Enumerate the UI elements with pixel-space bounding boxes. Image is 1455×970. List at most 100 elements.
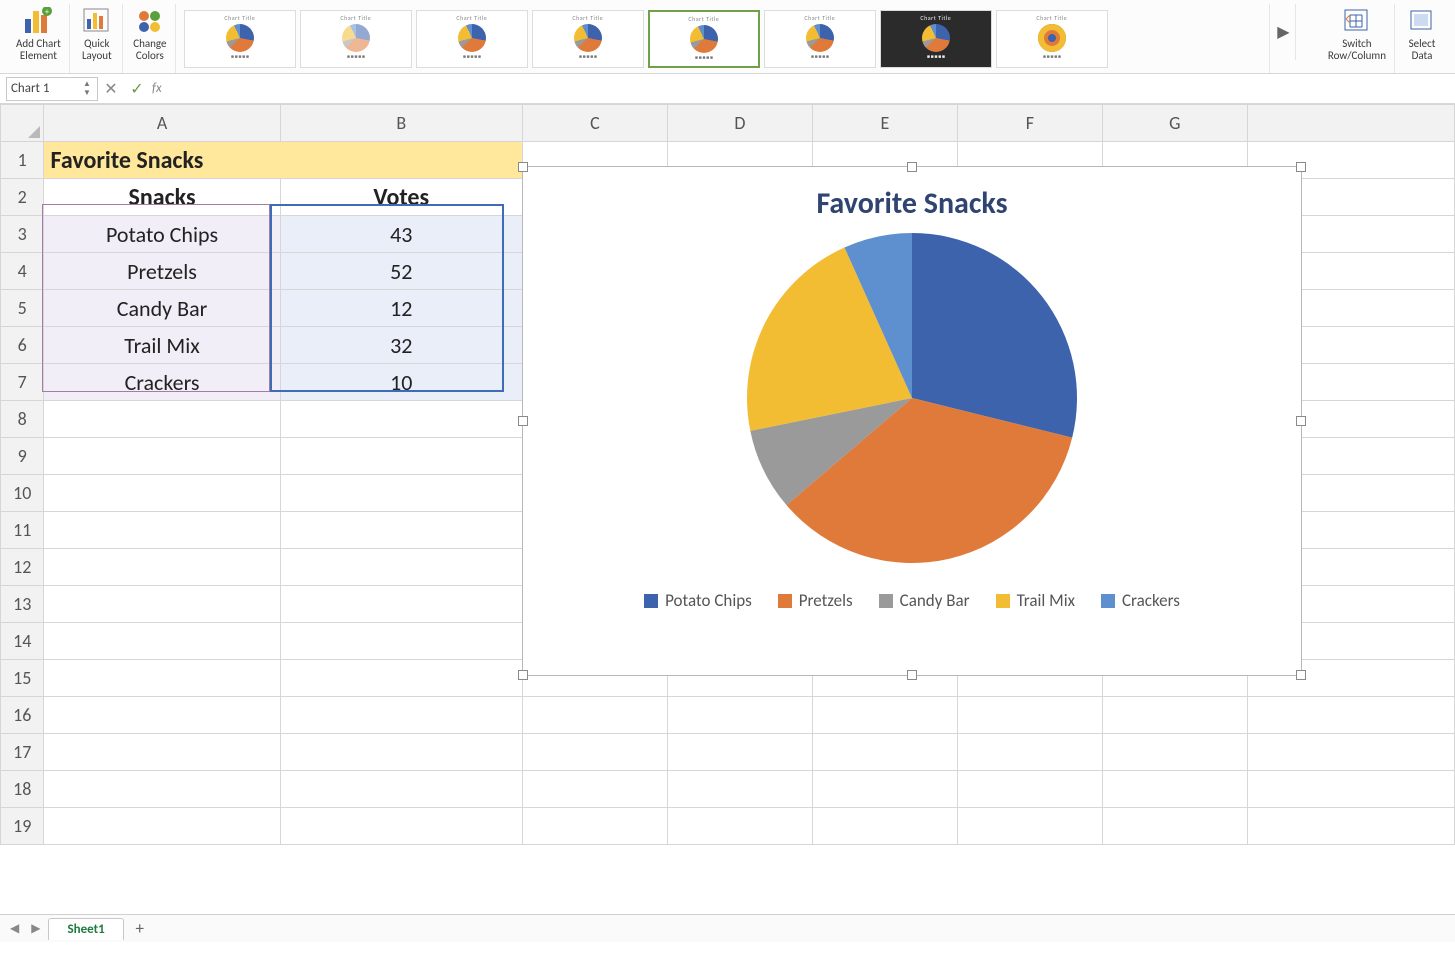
chart-style-thumb[interactable]: Chart Title■ ■ ■ ■ ■ bbox=[300, 10, 412, 68]
name-box-stepper[interactable]: ▲▼ bbox=[83, 80, 95, 98]
switch-row-column-button[interactable]: Switch Row/Column bbox=[1320, 4, 1395, 73]
fx-icon[interactable]: fx bbox=[152, 81, 162, 96]
row-header[interactable]: 12 bbox=[1, 549, 44, 586]
resize-handle[interactable] bbox=[1296, 670, 1306, 680]
cell[interactable] bbox=[280, 771, 522, 808]
cell[interactable] bbox=[1102, 808, 1247, 845]
chart-object[interactable]: Favorite Snacks Potato ChipsPretzelsCand… bbox=[522, 166, 1302, 676]
chart-style-thumb[interactable]: Chart Title■ ■ ■ ■ ■ bbox=[184, 10, 296, 68]
row-header[interactable]: 19 bbox=[1, 808, 44, 845]
resize-handle[interactable] bbox=[518, 670, 528, 680]
row-header[interactable]: 16 bbox=[1, 697, 44, 734]
chart-style-thumb[interactable]: Chart Title■ ■ ■ ■ ■ bbox=[996, 10, 1108, 68]
row-header[interactable]: 18 bbox=[1, 771, 44, 808]
cell[interactable] bbox=[280, 475, 522, 512]
col-header-E[interactable]: E bbox=[812, 105, 957, 142]
cell[interactable] bbox=[280, 623, 522, 660]
chart-style-thumb[interactable]: Chart Title■ ■ ■ ■ ■ bbox=[648, 10, 760, 68]
sheet-tab[interactable]: Sheet1 bbox=[48, 918, 123, 940]
resize-handle[interactable] bbox=[518, 162, 528, 172]
legend-item[interactable]: Crackers bbox=[1101, 590, 1180, 611]
row-header[interactable]: 10 bbox=[1, 475, 44, 512]
cell[interactable]: 32 bbox=[280, 327, 522, 364]
row-header[interactable]: 17 bbox=[1, 734, 44, 771]
cell[interactable] bbox=[1102, 771, 1247, 808]
cell[interactable] bbox=[957, 697, 1102, 734]
col-header-C[interactable]: C bbox=[522, 105, 667, 142]
cell[interactable] bbox=[44, 771, 280, 808]
resize-handle[interactable] bbox=[518, 416, 528, 426]
cell[interactable] bbox=[667, 771, 812, 808]
chart-style-thumb[interactable]: Chart Title■ ■ ■ ■ ■ bbox=[416, 10, 528, 68]
cell[interactable] bbox=[44, 549, 280, 586]
row-header[interactable]: 5 bbox=[1, 290, 44, 327]
cell[interactable] bbox=[44, 808, 280, 845]
row-header[interactable]: 6 bbox=[1, 327, 44, 364]
cell[interactable]: Candy Bar bbox=[44, 290, 280, 327]
add-chart-element-button[interactable]: + Add Chart Element bbox=[8, 4, 70, 73]
tab-nav-next[interactable]: ▶ bbox=[27, 921, 44, 936]
cell[interactable] bbox=[280, 660, 522, 697]
resize-handle[interactable] bbox=[1296, 162, 1306, 172]
cell[interactable] bbox=[44, 623, 280, 660]
pie-chart[interactable] bbox=[523, 228, 1301, 568]
cell[interactable] bbox=[44, 586, 280, 623]
legend-item[interactable]: Potato Chips bbox=[644, 590, 752, 611]
resize-handle[interactable] bbox=[907, 162, 917, 172]
col-header-D[interactable]: D bbox=[667, 105, 812, 142]
row-header[interactable]: 15 bbox=[1, 660, 44, 697]
row-header[interactable]: 13 bbox=[1, 586, 44, 623]
col-header-A[interactable]: A bbox=[44, 105, 280, 142]
change-colors-button[interactable]: Change Colors bbox=[125, 4, 176, 73]
cell[interactable] bbox=[44, 734, 280, 771]
cell[interactable] bbox=[522, 697, 667, 734]
cell[interactable] bbox=[522, 771, 667, 808]
chart-style-thumb[interactable]: Chart Title■ ■ ■ ■ ■ bbox=[880, 10, 992, 68]
cell[interactable] bbox=[280, 734, 522, 771]
chart-style-thumb[interactable]: Chart Title■ ■ ■ ■ ■ bbox=[532, 10, 644, 68]
legend-item[interactable]: Pretzels bbox=[778, 590, 853, 611]
gallery-next-button[interactable]: ▶ bbox=[1272, 4, 1296, 60]
cell[interactable] bbox=[522, 808, 667, 845]
cell[interactable] bbox=[280, 697, 522, 734]
cell[interactable]: Favorite Snacks bbox=[44, 142, 522, 179]
row-header[interactable]: 1 bbox=[1, 142, 44, 179]
cell[interactable] bbox=[812, 808, 957, 845]
cell[interactable] bbox=[44, 660, 280, 697]
tab-nav-prev[interactable]: ◀ bbox=[6, 921, 23, 936]
resize-handle[interactable] bbox=[907, 670, 917, 680]
formula-input[interactable] bbox=[162, 77, 1455, 101]
cell[interactable] bbox=[280, 808, 522, 845]
cell[interactable]: 12 bbox=[280, 290, 522, 327]
cell[interactable] bbox=[280, 438, 522, 475]
cell[interactable]: Snacks bbox=[44, 179, 280, 216]
row-header[interactable]: 2 bbox=[1, 179, 44, 216]
cell[interactable] bbox=[812, 697, 957, 734]
cell[interactable] bbox=[280, 586, 522, 623]
legend-item[interactable]: Trail Mix bbox=[996, 590, 1075, 611]
cell[interactable] bbox=[44, 401, 280, 438]
row-header[interactable]: 7 bbox=[1, 364, 44, 401]
select-all-corner[interactable] bbox=[1, 105, 44, 142]
cell[interactable] bbox=[280, 549, 522, 586]
cell[interactable] bbox=[44, 697, 280, 734]
row-header[interactable]: 9 bbox=[1, 438, 44, 475]
cell[interactable] bbox=[522, 734, 667, 771]
row-header[interactable]: 4 bbox=[1, 253, 44, 290]
row-header[interactable]: 11 bbox=[1, 512, 44, 549]
select-data-button[interactable]: Select Data bbox=[1397, 4, 1447, 73]
resize-handle[interactable] bbox=[1296, 416, 1306, 426]
cell[interactable] bbox=[667, 734, 812, 771]
col-header-B[interactable]: B bbox=[280, 105, 522, 142]
cell[interactable] bbox=[1247, 808, 1454, 845]
cell[interactable]: Pretzels bbox=[44, 253, 280, 290]
col-header-F[interactable]: F bbox=[957, 105, 1102, 142]
row-header[interactable]: 8 bbox=[1, 401, 44, 438]
add-sheet-button[interactable]: + bbox=[128, 918, 152, 939]
accept-formula-button[interactable]: ✓ bbox=[124, 79, 150, 99]
cell[interactable]: 10 bbox=[280, 364, 522, 401]
legend-item[interactable]: Candy Bar bbox=[879, 590, 970, 611]
cell[interactable] bbox=[812, 771, 957, 808]
cell[interactable] bbox=[667, 808, 812, 845]
cell[interactable] bbox=[1102, 697, 1247, 734]
